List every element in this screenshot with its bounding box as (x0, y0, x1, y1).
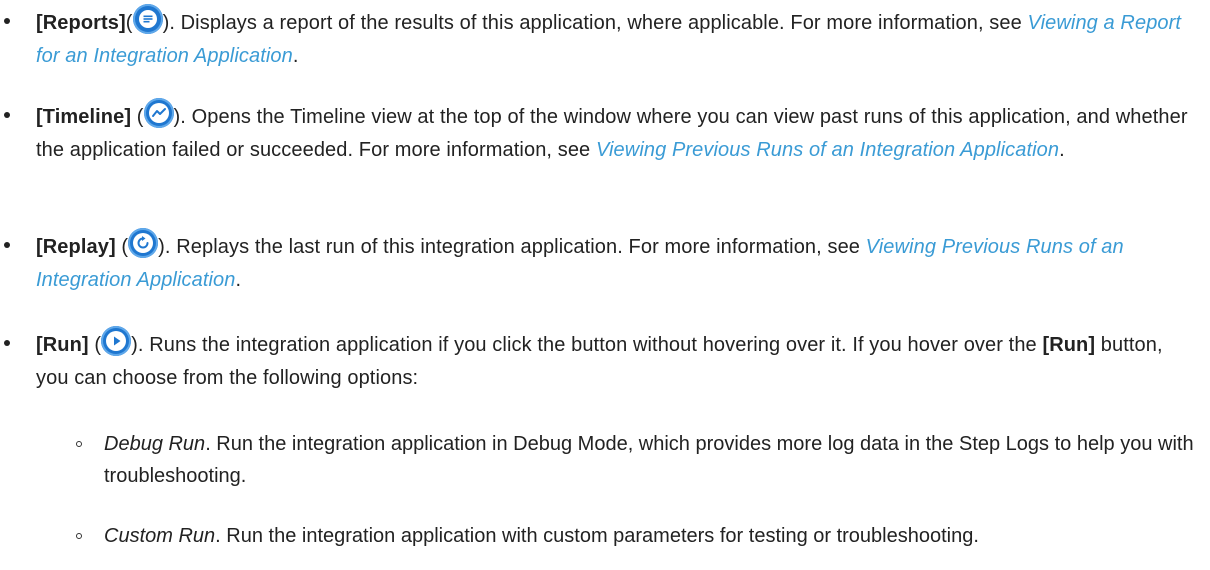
viewing-previous-runs-link[interactable]: Viewing Previous Runs of an Integration … (596, 139, 1059, 161)
list-item-text: [Run] (). Runs the integration applicati… (36, 326, 1190, 395)
sub-bullet (76, 533, 82, 539)
reports-icon[interactable] (132, 4, 163, 34)
replay-label: [Replay] (36, 236, 116, 258)
run-label: [Run] (36, 334, 89, 356)
sub-list-item-text: Custom Run. Run the integration applicat… (104, 525, 979, 547)
bullet (4, 18, 10, 24)
list-item-text: [Replay] (). Replays the last run of thi… (36, 228, 1190, 297)
document: [Reports](). Displays a report of the re… (0, 0, 1210, 570)
timeline-label: [Timeline] (36, 106, 132, 128)
timeline-icon[interactable] (143, 98, 174, 128)
reports-label: [Reports] (36, 12, 126, 34)
list-item-text: [Reports](). Displays a report of the re… (36, 4, 1190, 73)
play-icon[interactable] (101, 326, 132, 356)
run-label-inline: [Run] (1042, 334, 1096, 356)
debug-run-option: Debug Run (104, 433, 206, 455)
list-item-text: [Timeline] (). Opens the Timeline view a… (36, 98, 1190, 167)
replay-icon[interactable] (128, 228, 159, 258)
sub-list-item-text: Debug Run. Run the integration applicati… (104, 433, 1194, 487)
bullet (4, 242, 10, 248)
bullet (4, 112, 10, 118)
custom-run-option: Custom Run (104, 525, 216, 547)
bullet (4, 340, 10, 346)
sub-bullet (76, 441, 82, 447)
